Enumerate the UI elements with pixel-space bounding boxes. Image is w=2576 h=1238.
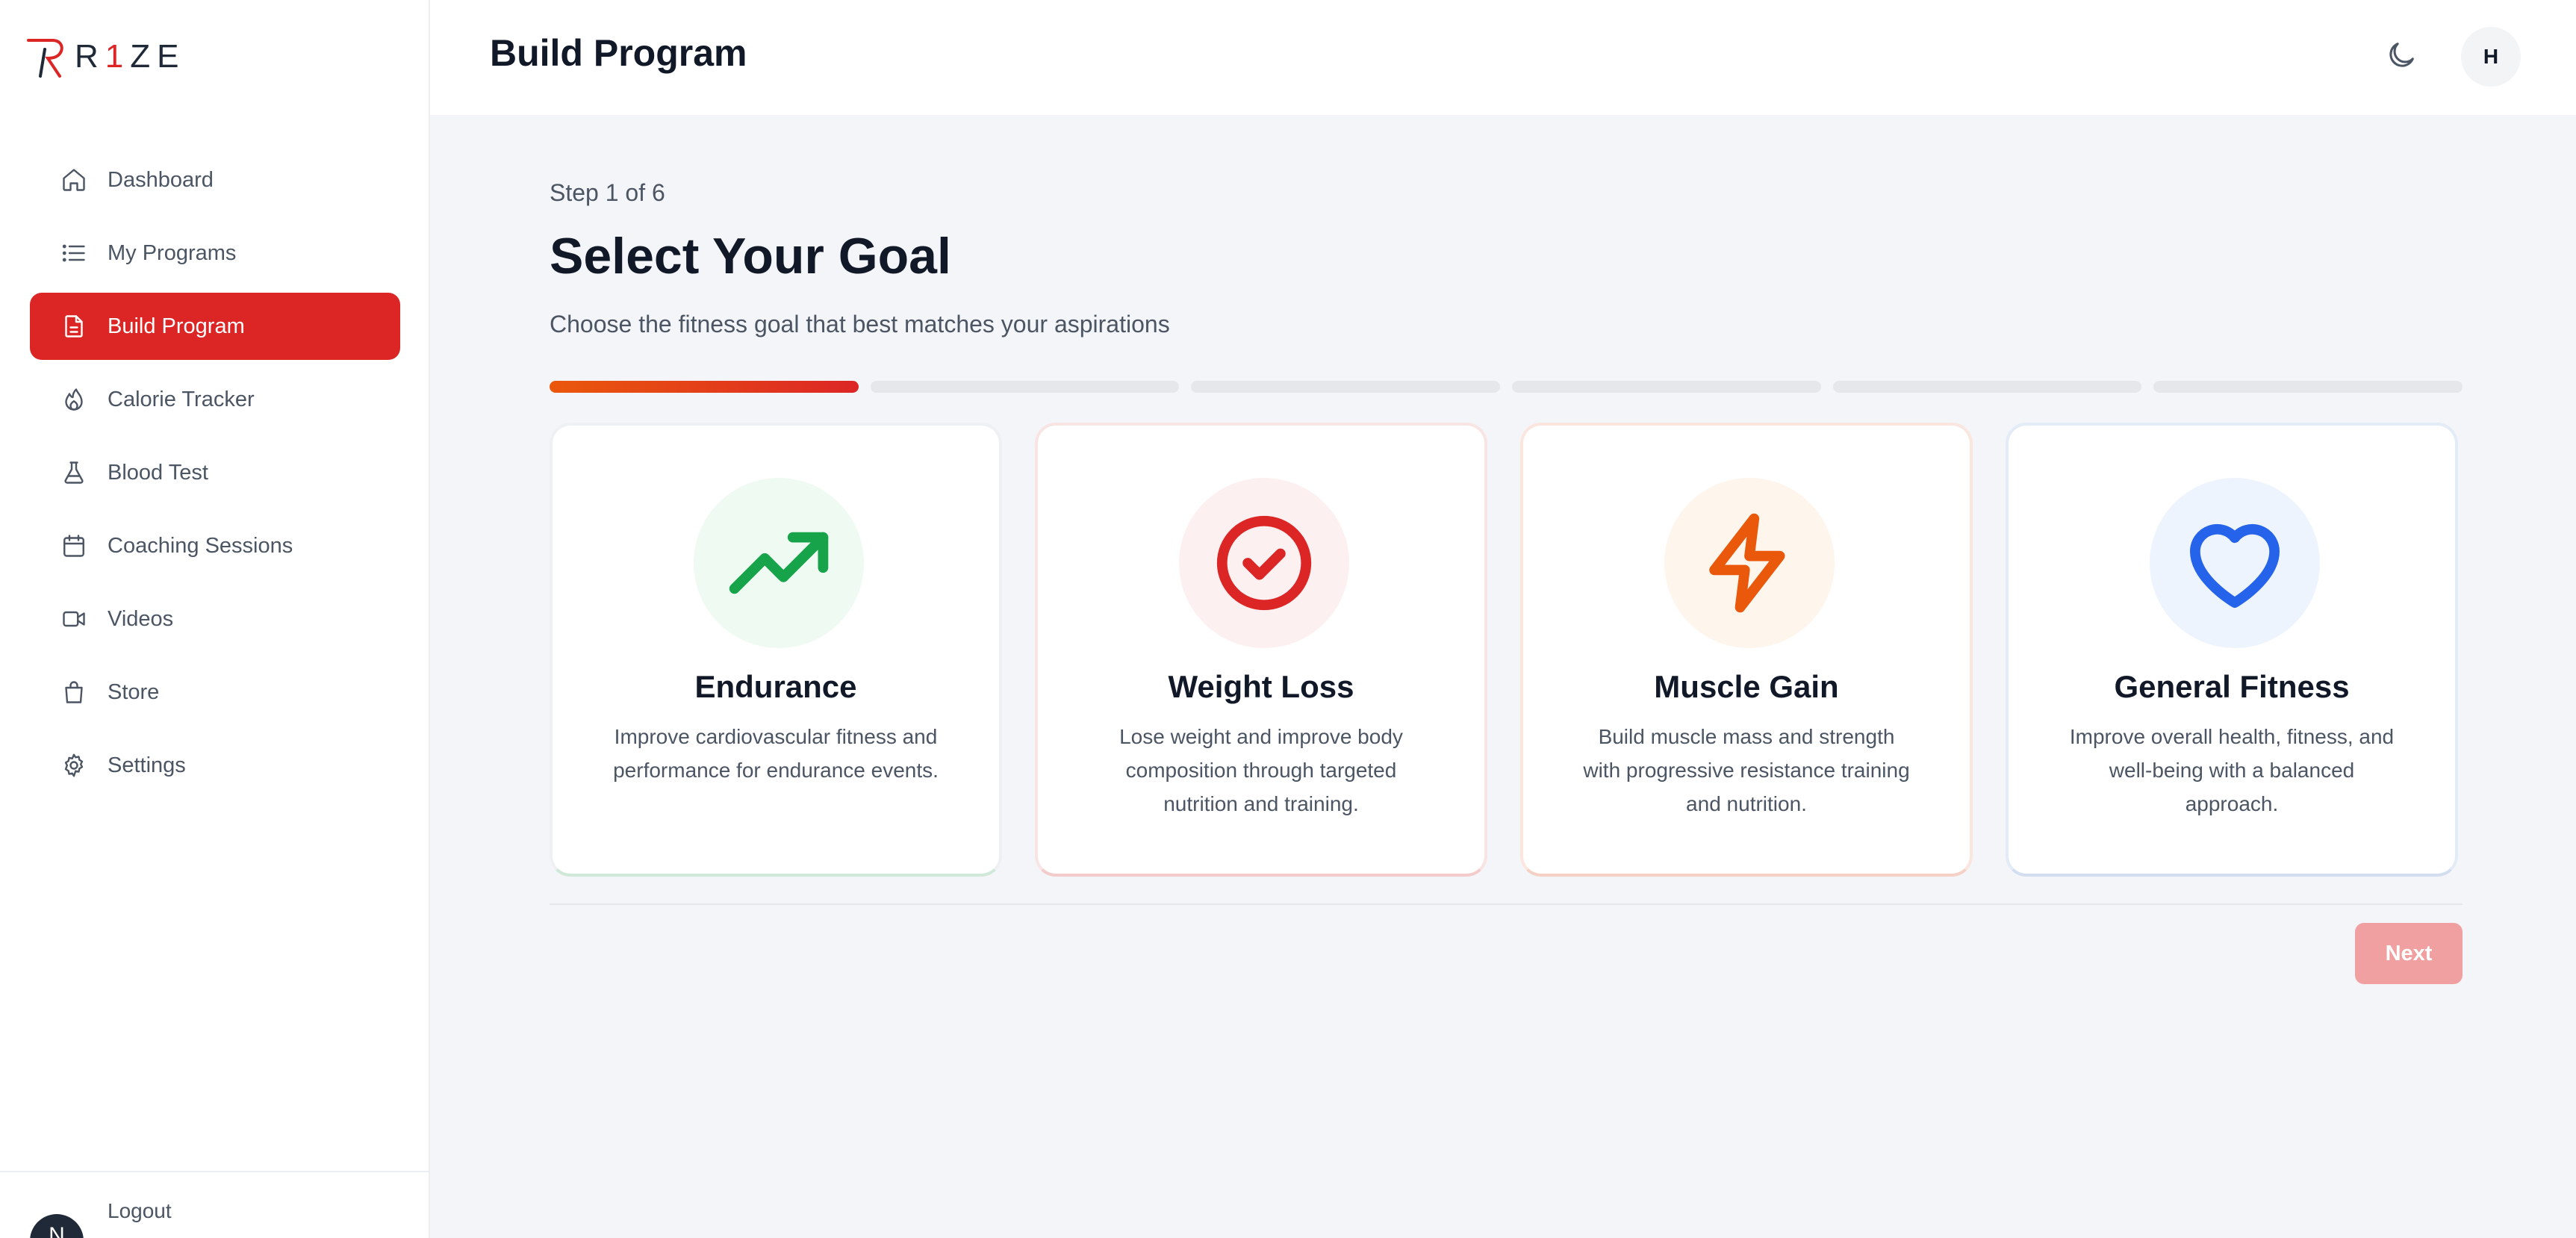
check-circle-icon bbox=[1216, 515, 1312, 611]
sidebar-item-videos[interactable]: Videos bbox=[30, 585, 400, 653]
goal-icon-badge bbox=[1664, 478, 1835, 648]
sidebar-item-label: Dashboard bbox=[108, 167, 214, 192]
goal-title: Muscle Gain bbox=[1654, 669, 1839, 704]
top-header: Build Program H bbox=[430, 0, 2576, 115]
sidebar-item-blood-test[interactable]: Blood Test bbox=[30, 439, 400, 506]
goal-card-endurance[interactable]: Endurance Improve cardiovascular fitness… bbox=[550, 423, 1002, 877]
theme-toggle-button[interactable] bbox=[2379, 33, 2424, 78]
goal-icon-badge bbox=[694, 478, 864, 648]
sidebar-item-label: Calorie Tracker bbox=[108, 387, 255, 411]
calendar-icon bbox=[60, 532, 88, 560]
sidebar-item-store[interactable]: Store bbox=[30, 659, 400, 726]
video-icon bbox=[60, 605, 88, 633]
home-icon bbox=[60, 166, 88, 194]
sidebar-item-coaching-sessions[interactable]: Coaching Sessions bbox=[30, 512, 400, 579]
sidebar-item-label: Store bbox=[108, 679, 160, 704]
heart-icon bbox=[2190, 523, 2280, 608]
moon-icon bbox=[2389, 43, 2414, 67]
flame-icon bbox=[60, 385, 88, 414]
document-icon bbox=[60, 312, 88, 340]
sidebar-item-calorie-tracker[interactable]: Calorie Tracker bbox=[30, 366, 400, 433]
list-icon bbox=[60, 239, 88, 267]
step-progress-bar bbox=[550, 381, 2463, 393]
divider bbox=[550, 903, 2463, 905]
user-avatar[interactable]: H bbox=[2461, 27, 2521, 87]
next-button[interactable]: Next bbox=[2355, 923, 2463, 984]
goal-title: Endurance bbox=[694, 669, 857, 704]
goal-title: General Fitness bbox=[2114, 669, 2350, 704]
sidebar-item-label: Settings bbox=[108, 753, 186, 777]
sidebar-item-settings[interactable]: Settings bbox=[30, 732, 400, 799]
goal-title: Weight Loss bbox=[1168, 669, 1354, 704]
goal-description: Build muscle mass and strength with prog… bbox=[1583, 725, 1910, 815]
progress-segment-6 bbox=[2153, 381, 2463, 393]
goal-card-general-fitness[interactable]: General Fitness Improve overall health, … bbox=[2006, 423, 2458, 877]
goal-cards: Endurance Improve cardiovascular fitness… bbox=[550, 423, 2463, 877]
logout-link[interactable]: Logout bbox=[108, 1199, 172, 1223]
sidebar-item-label: Build Program bbox=[108, 314, 245, 338]
step-indicator: Step 1 of 6 bbox=[550, 179, 665, 206]
progress-segment-1 bbox=[550, 381, 859, 393]
goal-description: Improve overall health, fitness, and wel… bbox=[2069, 725, 2395, 815]
wizard-subheading: Choose the fitness goal that best matche… bbox=[550, 311, 1170, 338]
sidebar-footer: N Logout bbox=[0, 1171, 430, 1238]
flask-icon bbox=[60, 458, 88, 487]
sidebar-item-my-programs[interactable]: My Programs bbox=[30, 220, 400, 287]
goal-card-muscle-gain[interactable]: Muscle Gain Build muscle mass and streng… bbox=[1520, 423, 1973, 877]
goal-description: Lose weight and improve body composition… bbox=[1119, 725, 1403, 815]
goal-card-weight-loss[interactable]: Weight Loss Lose weight and improve body… bbox=[1035, 423, 1487, 877]
lightning-icon bbox=[1709, 513, 1785, 613]
sidebar-item-label: Blood Test bbox=[108, 460, 208, 485]
sidebar-item-build-program[interactable]: Build Program bbox=[30, 293, 400, 360]
gear-icon bbox=[60, 751, 88, 780]
wizard-heading: Select Your Goal bbox=[550, 228, 951, 284]
goal-icon-badge bbox=[2150, 478, 2320, 648]
goal-description: Improve cardiovascular fitness and perfo… bbox=[613, 725, 939, 782]
sidebar-item-label: My Programs bbox=[108, 240, 237, 265]
brand-name: R1ZE bbox=[75, 38, 186, 75]
page-title: Build Program bbox=[490, 32, 747, 74]
progress-segment-5 bbox=[1832, 381, 2142, 393]
goal-icon-badge bbox=[1179, 478, 1349, 648]
main-content: Step 1 of 6 Select Your Goal Choose the … bbox=[430, 115, 2576, 1238]
sidebar: R1ZE Dashboard My Programs Build Program… bbox=[0, 0, 430, 1238]
brand-logo[interactable]: R1ZE bbox=[27, 33, 186, 81]
trending-up-icon bbox=[729, 532, 829, 594]
progress-segment-4 bbox=[1512, 381, 1821, 393]
progress-segment-3 bbox=[1191, 381, 1501, 393]
logo-mark-icon bbox=[27, 39, 63, 78]
sidebar-item-label: Videos bbox=[108, 606, 174, 631]
sidebar-nav: Dashboard My Programs Build Program Calo… bbox=[30, 146, 400, 805]
avatar[interactable]: N bbox=[30, 1214, 84, 1238]
shopping-bag-icon bbox=[60, 678, 88, 706]
progress-segment-2 bbox=[870, 381, 1180, 393]
sidebar-item-dashboard[interactable]: Dashboard bbox=[30, 146, 400, 214]
sidebar-item-label: Coaching Sessions bbox=[108, 533, 293, 558]
